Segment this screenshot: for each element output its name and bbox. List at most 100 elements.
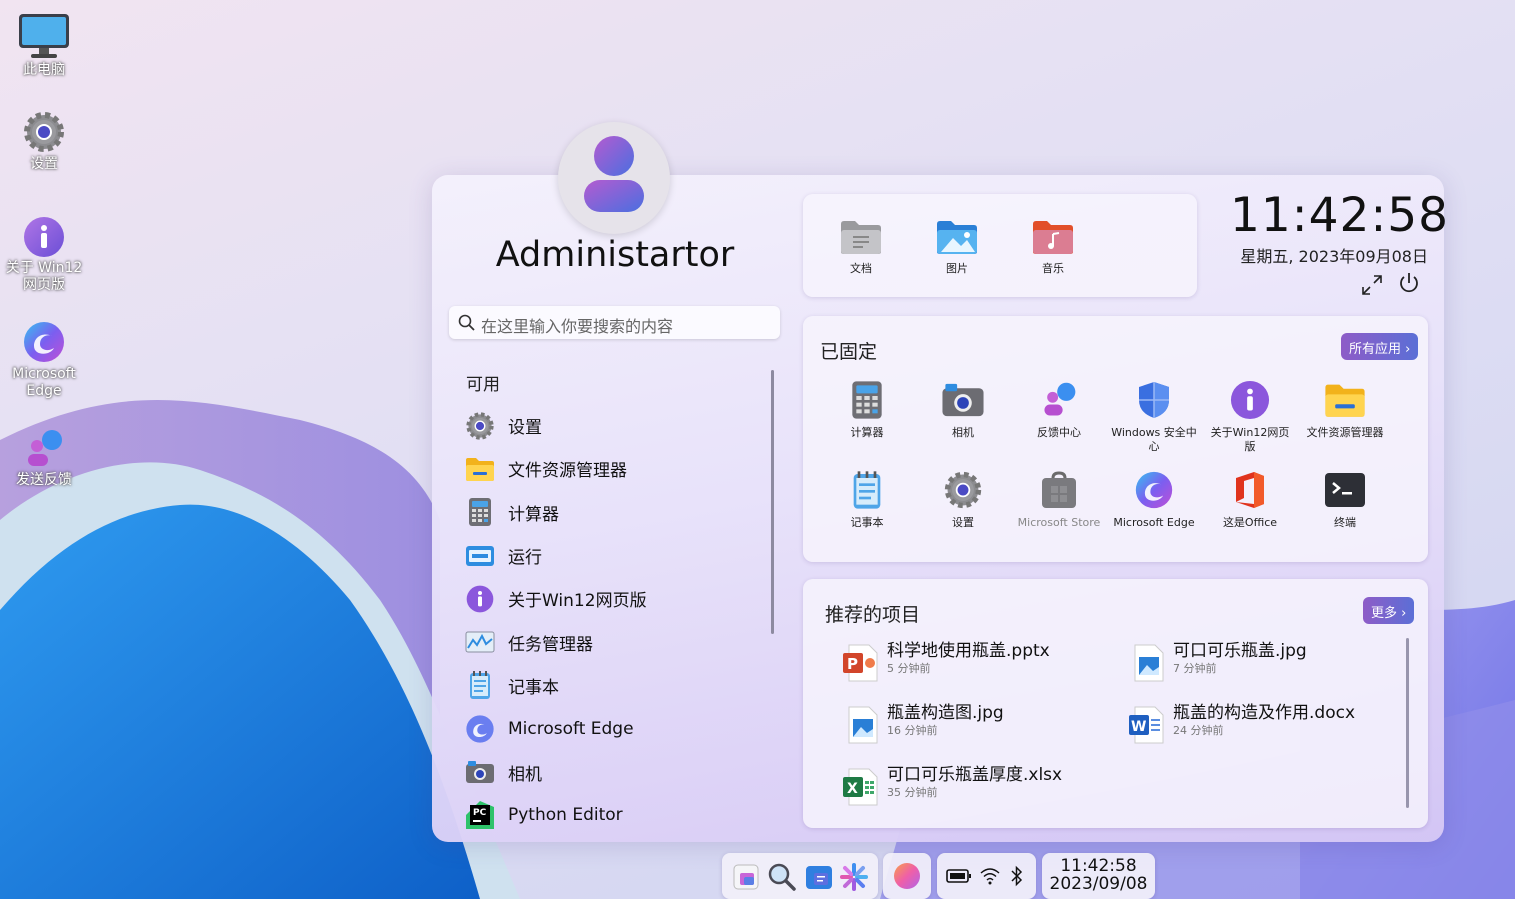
pinned-app-label: 关于Win12网页: [1210, 426, 1290, 439]
wifi-icon: [980, 868, 1000, 885]
folder-pictures[interactable]: 图片: [927, 218, 987, 276]
feedback-icon: [1044, 382, 1076, 416]
recommended-item[interactable]: 瓶盖构造图.jpg 16 分钟前: [843, 703, 1004, 745]
desktop-icon-this-pc[interactable]: 此电脑: [0, 12, 88, 79]
info-icon: [1230, 380, 1270, 420]
user-name: Administartor: [495, 235, 735, 275]
recommended-item[interactable]: P 科学地使用瓶盖.pptx 5 分钟前: [843, 641, 1050, 683]
recommended-item-name: 瓶盖构造图.jpg: [887, 703, 1004, 723]
pinned-app-settings[interactable]: 设置: [915, 470, 1011, 530]
recommended-item-name: 瓶盖的构造及作用.docx: [1173, 703, 1356, 723]
pinned-title: 已固定: [820, 341, 878, 363]
recommended-scrollbar[interactable]: [1406, 638, 1409, 808]
app-item-about[interactable]: 关于Win12网页版: [464, 577, 764, 620]
pinned-app-office[interactable]: 这是Office: [1202, 470, 1298, 530]
all-apps-button[interactable]: 所有应用 ›: [1341, 333, 1419, 360]
svg-text:X: X: [847, 781, 858, 797]
taskbar-profile: [883, 853, 931, 899]
search-icon: [458, 314, 475, 331]
task-manager-icon: [465, 631, 495, 653]
info-icon: [466, 585, 494, 613]
camera-icon: [942, 383, 984, 417]
app-item-settings[interactable]: 设置: [464, 404, 764, 447]
image-file-icon: [848, 706, 878, 744]
folder-documents[interactable]: 文档: [831, 218, 891, 276]
bluetooth-icon: [1011, 865, 1023, 887]
quick-folders-card: 文档 图片 音乐: [803, 194, 1197, 297]
app-item-label: 任务管理器: [508, 634, 593, 655]
app-item-python-editor[interactable]: PC Python Editor: [464, 794, 764, 837]
folder-label: 图片: [946, 262, 968, 275]
taskbar-status[interactable]: [937, 853, 1036, 899]
explorer-icon[interactable]: [731, 862, 761, 892]
office-icon: [1236, 472, 1264, 508]
desktop-icon-settings[interactable]: 设置: [0, 110, 88, 173]
folder-label: 音乐: [1042, 262, 1064, 275]
shield-icon: [1139, 382, 1169, 418]
pinned-app-label: 计算器: [850, 426, 884, 439]
svg-text:P: P: [847, 655, 858, 673]
app-item-notepad[interactable]: 记事本: [464, 664, 764, 707]
pinned-app-label: 终端: [1334, 516, 1356, 529]
taskbar-date: 2023/09/08: [1049, 874, 1148, 894]
desktop-icon-label-line2: Edge: [26, 383, 62, 399]
info-icon: [24, 217, 64, 257]
pinned-app-camera[interactable]: 相机: [915, 380, 1011, 440]
pycharm-icon: PC: [466, 801, 494, 830]
gear-icon: [24, 112, 64, 152]
edge-icon: [466, 715, 494, 743]
pinned-app-label: 相机: [952, 426, 974, 439]
recommended-item[interactable]: W 瓶盖的构造及作用.docx 24 分钟前: [1129, 703, 1355, 745]
store-icon: [1042, 471, 1076, 508]
pinned-app-label-line2: 心: [1148, 440, 1160, 453]
documents-folder-icon: [841, 221, 881, 254]
power-icon[interactable]: [1397, 271, 1421, 295]
pinned-app-calculator[interactable]: 计算器: [819, 380, 915, 440]
battery-icon: [946, 869, 971, 883]
notepad-icon: [470, 671, 490, 700]
calculator-icon: [852, 381, 882, 419]
recommended-item-time: 16 分钟前: [887, 724, 938, 737]
app-item-file-explorer[interactable]: 文件资源管理器: [464, 447, 764, 490]
recommended-item[interactable]: 可口可乐瓶盖.jpg 7 分钟前: [1129, 641, 1307, 683]
pinned-app-label: Microsoft Store: [1017, 516, 1101, 529]
copilot-icon[interactable]: [839, 862, 869, 892]
taskbar-clock[interactable]: 11:42:58 2023/09/08: [1042, 853, 1155, 899]
widgets-icon[interactable]: [804, 863, 834, 891]
pinned-app-feedback[interactable]: 反馈中心: [1011, 380, 1107, 440]
desktop-icon-feedback[interactable]: 发送反馈: [0, 428, 88, 489]
app-item-task-manager[interactable]: 任务管理器: [464, 620, 764, 663]
more-button[interactable]: 更多 ›: [1363, 597, 1415, 624]
app-item-label: 计算器: [508, 504, 559, 525]
camera-icon: [466, 761, 494, 784]
recommended-item[interactable]: X 可口可乐瓶盖厚度.xlsx 35 分钟前: [843, 765, 1062, 807]
app-item-edge[interactable]: Microsoft Edge: [464, 707, 764, 750]
pinned-app-notepad[interactable]: 记事本: [819, 470, 915, 530]
pinned-card: 已固定 所有应用 › 计算器 相机 反馈中心 Windows 安全中 心 关于W…: [803, 316, 1428, 562]
expand-icon[interactable]: [1360, 273, 1384, 297]
pinned-app-store[interactable]: Microsoft Store: [1011, 470, 1107, 530]
desktop-icon-edge[interactable]: Microsoft Edge: [0, 320, 88, 400]
pinned-app-file-explorer[interactable]: 文件资源管理器: [1297, 380, 1393, 440]
user-avatar[interactable]: [558, 122, 670, 234]
recommended-item-time: 5 分钟前: [887, 662, 931, 675]
pinned-app-label: Windows 安全中: [1111, 426, 1197, 439]
app-item-run[interactable]: 运行: [464, 534, 764, 577]
search-icon[interactable]: [767, 862, 797, 892]
search-input[interactable]: 在这里输入你要搜索的内容: [449, 306, 780, 339]
folder-music[interactable]: 音乐: [1023, 218, 1083, 276]
app-item-label: 运行: [508, 548, 542, 569]
app-item-camera[interactable]: 相机: [464, 750, 764, 793]
profile-orb-icon[interactable]: [893, 862, 921, 890]
pinned-app-edge[interactable]: Microsoft Edge: [1106, 470, 1202, 530]
desktop-icon-label-line1: 关于 Win12: [5, 260, 83, 276]
app-list-scrollbar[interactable]: [771, 370, 774, 634]
desktop-icon-label-line1: Microsoft: [12, 366, 76, 382]
app-item-calculator[interactable]: 计算器: [464, 491, 764, 534]
pinned-app-terminal[interactable]: 终端: [1297, 470, 1393, 530]
pinned-app-security[interactable]: Windows 安全中 心: [1106, 380, 1202, 454]
excel-icon: X: [843, 768, 878, 806]
pinned-app-about[interactable]: 关于Win12网页 版: [1202, 380, 1298, 454]
desktop-icon-about[interactable]: 关于 Win12 网页版: [0, 216, 88, 294]
recommended-item-time: 7 分钟前: [1173, 662, 1217, 675]
